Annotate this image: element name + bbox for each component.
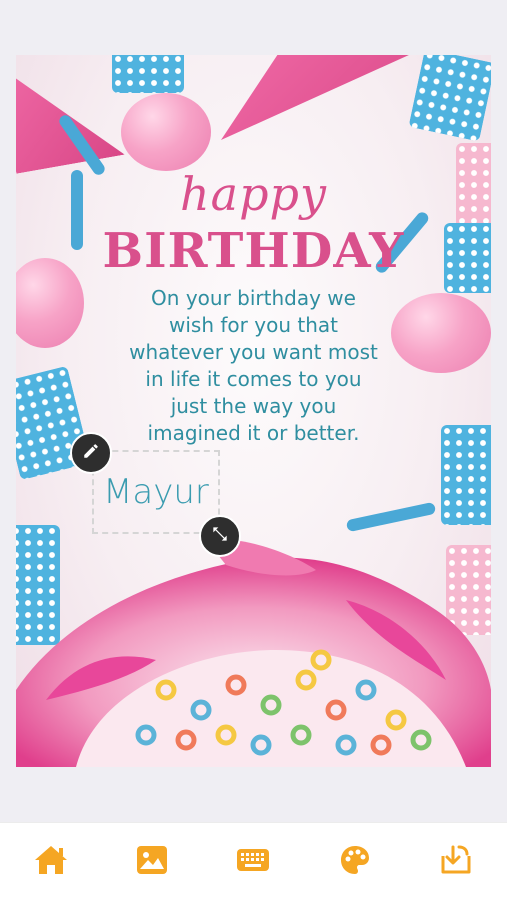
keyboard-button[interactable] [229, 838, 277, 886]
cake-image [16, 540, 491, 767]
download-icon [439, 844, 473, 880]
keyboard-icon [236, 848, 270, 876]
bottom-toolbar [0, 822, 507, 901]
pencil-icon [82, 442, 100, 464]
heading-happy: happy [180, 167, 327, 221]
palette-button[interactable] [331, 838, 379, 886]
party-hat-top-left [16, 55, 125, 174]
resize-arrows-icon [210, 524, 230, 548]
image-icon [136, 845, 168, 879]
message-line: in life it comes to you [145, 367, 362, 391]
image-button[interactable] [128, 838, 176, 886]
party-cup-top [112, 55, 184, 93]
party-cup-top-right [408, 55, 491, 142]
message-line: wish for you that [169, 313, 338, 337]
party-hat-top-center [221, 55, 431, 140]
name-text-box[interactable]: Mayur [92, 450, 220, 534]
message-line: On your birthday we [151, 286, 356, 310]
home-icon [33, 844, 69, 880]
heading-birthday: BIRTHDAY [102, 223, 405, 279]
party-horn-right-lower [345, 501, 437, 533]
name-text[interactable]: Mayur [103, 472, 209, 512]
birthday-message: On your birthday we wish for you that wh… [16, 285, 491, 447]
home-button[interactable] [27, 838, 75, 886]
message-line: just the way you [170, 394, 337, 418]
message-line: whatever you want most [129, 340, 378, 364]
palette-icon [339, 844, 371, 880]
balloon-top [121, 93, 211, 171]
download-button[interactable] [432, 838, 480, 886]
resize-text-button[interactable] [199, 515, 241, 557]
cake-illustration [16, 540, 491, 767]
edit-text-button[interactable] [70, 432, 112, 474]
